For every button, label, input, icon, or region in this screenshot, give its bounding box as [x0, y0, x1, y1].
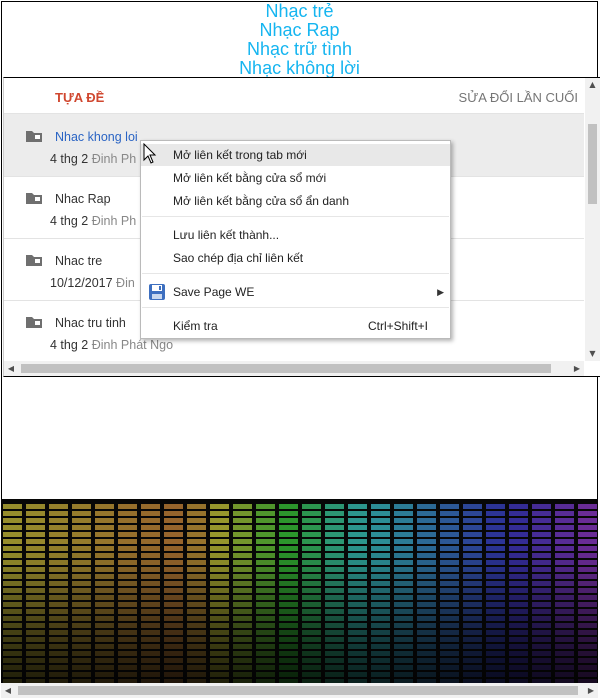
menu-item-label: Sao chép địa chỉ liên kết — [173, 251, 304, 265]
scroll-right-arrow-icon[interactable]: ▶ — [584, 683, 598, 698]
scroll-thumb[interactable] — [21, 364, 551, 373]
header-link-nhac-tre[interactable]: Nhạc trẻ — [2, 2, 597, 21]
menu-item-label: Lưu liên kết thành... — [173, 228, 280, 242]
menu-item-label: Mở liên kết bằng cửa sổ mới — [173, 171, 327, 185]
title-column-header[interactable]: TỰA ĐỀ — [55, 90, 104, 105]
menu-copy-link-address[interactable]: Sao chép địa chỉ liên kết — [141, 247, 450, 269]
file-owner: Đinh Ph — [91, 152, 137, 166]
file-owner: Đinh Phát Ngo — [91, 338, 174, 352]
list-header: TỰA ĐỀ SỬA ĐỔI LẦN CUỐI — [4, 78, 584, 114]
submenu-arrow-icon: ▶ — [437, 287, 444, 297]
scroll-left-arrow-icon[interactable]: ◀ — [4, 361, 18, 376]
menu-open-new-window[interactable]: Mở liên kết bằng cửa sổ mới — [141, 167, 450, 189]
header-link-nhac-rap[interactable]: Nhạc Rap — [2, 21, 597, 40]
file-name[interactable]: Nhac khong loi — [55, 130, 138, 144]
file-owner: Đinh Ph — [91, 214, 137, 228]
header-link-nhac-tru-tinh[interactable]: Nhạc trữ tình — [2, 40, 597, 59]
scroll-up-arrow-icon[interactable]: ▲ — [585, 78, 600, 92]
scroll-thumb[interactable] — [588, 124, 597, 204]
menu-save-page-we[interactable]: Save Page WE ▶ — [141, 281, 450, 303]
folder-icon — [26, 131, 42, 142]
menu-item-label: Save Page WE — [173, 285, 255, 299]
menu-open-incognito[interactable]: Mở liên kết bằng cửa sổ ẩn danh — [141, 190, 450, 212]
file-date: 4 thg 2 — [50, 338, 89, 352]
folder-icon — [26, 317, 42, 328]
header-links: Nhạc trẻ Nhạc Rap Nhạc trữ tình Nhạc khô… — [2, 2, 597, 78]
scroll-thumb[interactable] — [18, 686, 578, 695]
equalizer-background-image — [1, 499, 598, 684]
menu-open-new-tab[interactable]: Mở liên kết trong tab mới — [141, 144, 450, 166]
menu-separator — [142, 216, 449, 217]
file-meta: 4 thg 2 Đinh Ph — [50, 152, 136, 166]
menu-separator — [142, 307, 449, 308]
floppy-disk-icon — [149, 284, 165, 300]
file-date: 4 thg 2 — [50, 214, 89, 228]
page-horizontal-scrollbar[interactable]: ◀ ▶ — [1, 683, 598, 698]
context-menu: Mở liên kết trong tab mới Mở liên kết bằ… — [140, 140, 451, 339]
file-meta: 4 thg 2 Đinh Phát Ngo — [50, 338, 173, 352]
scroll-down-arrow-icon[interactable]: ▼ — [585, 347, 600, 361]
file-name[interactable]: Nhac Rap — [55, 192, 111, 206]
file-name[interactable]: Nhac tre — [55, 254, 102, 268]
file-owner: Đin — [116, 276, 135, 290]
vertical-scrollbar[interactable]: ▲ ▼ — [585, 78, 600, 361]
horizontal-scrollbar[interactable]: ◀ ▶ — [4, 361, 584, 376]
menu-separator — [142, 273, 449, 274]
menu-item-label: Mở liên kết bằng cửa sổ ẩn danh — [173, 194, 350, 208]
menu-item-label: Kiểm tra — [173, 319, 218, 333]
folder-icon — [26, 255, 42, 266]
scroll-right-arrow-icon[interactable]: ▶ — [570, 361, 584, 376]
folder-icon — [26, 193, 42, 204]
file-date: 4 thg 2 — [50, 152, 89, 166]
cursor-icon — [143, 143, 157, 164]
last-modified-column-header[interactable]: SỬA ĐỔI LẦN CUỐI — [459, 90, 578, 105]
file-date: 10/12/2017 — [50, 276, 113, 290]
file-name[interactable]: Nhac tru tinh — [55, 316, 126, 330]
menu-inspect[interactable]: Kiểm tra Ctrl+Shift+I — [141, 315, 450, 337]
header-link-nhac-khong-loi[interactable]: Nhạc không lời — [2, 59, 597, 78]
file-meta: 4 thg 2 Đinh Ph — [50, 214, 136, 228]
file-meta: 10/12/2017 Đin — [50, 276, 135, 290]
menu-save-link-as[interactable]: Lưu liên kết thành... — [141, 224, 450, 246]
menu-item-label: Mở liên kết trong tab mới — [173, 148, 307, 162]
menu-item-shortcut: Ctrl+Shift+I — [367, 319, 428, 333]
scroll-left-arrow-icon[interactable]: ◀ — [1, 683, 15, 698]
